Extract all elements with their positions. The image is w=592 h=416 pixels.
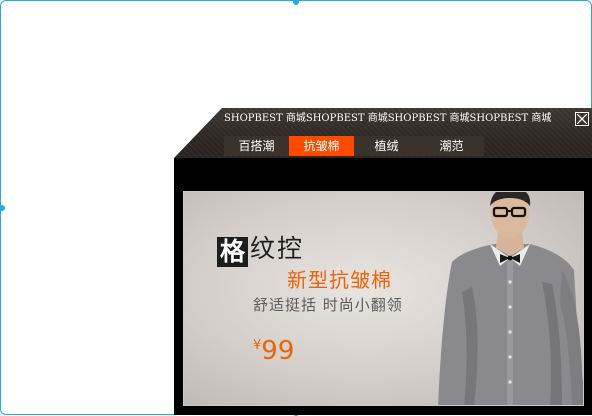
popup-body: 格纹控 新型抗皱棉 舒适挺括 时尚小翻领 ¥99 <box>174 158 592 415</box>
product-banner[interactable]: 格纹控 新型抗皱棉 舒适挺括 时尚小翻领 ¥99 <box>183 191 584 406</box>
tab-zhirong[interactable]: 植绒 <box>354 136 419 156</box>
tab-chaofan[interactable]: 潮范 <box>419 136 484 156</box>
close-button[interactable] <box>575 112 589 126</box>
tab-kangzhoumian[interactable]: 抗皱棉 <box>289 136 354 156</box>
category-tabs: 百搭潮 抗皱棉 植绒 潮范 <box>224 136 484 156</box>
model-photo <box>438 192 583 405</box>
banner-title: 格纹控 <box>217 232 304 268</box>
banner-price: ¥99 <box>253 336 294 366</box>
resize-handle-top[interactable] <box>293 0 299 5</box>
resize-handle-left[interactable] <box>0 205 5 211</box>
banner-title-badge: 格 <box>217 237 248 267</box>
currency-symbol: ¥ <box>253 338 262 353</box>
banner-subline: 舒适挺括 时尚小翻领 <box>253 296 403 314</box>
marquee-text: SHOPBEST 商城SHOPBEST 商城SHOPBEST 商城SHOPBES… <box>224 113 552 124</box>
banner-title-text: 纹控 <box>250 234 305 263</box>
tab-baidachao[interactable]: 百搭潮 <box>224 136 289 156</box>
close-icon <box>577 114 587 124</box>
banner-headline: 新型抗皱棉 <box>287 268 392 292</box>
price-value: 99 <box>261 336 295 366</box>
popup-ad-window: SHOPBEST 商城SHOPBEST 商城SHOPBEST 商城SHOPBES… <box>174 108 592 415</box>
